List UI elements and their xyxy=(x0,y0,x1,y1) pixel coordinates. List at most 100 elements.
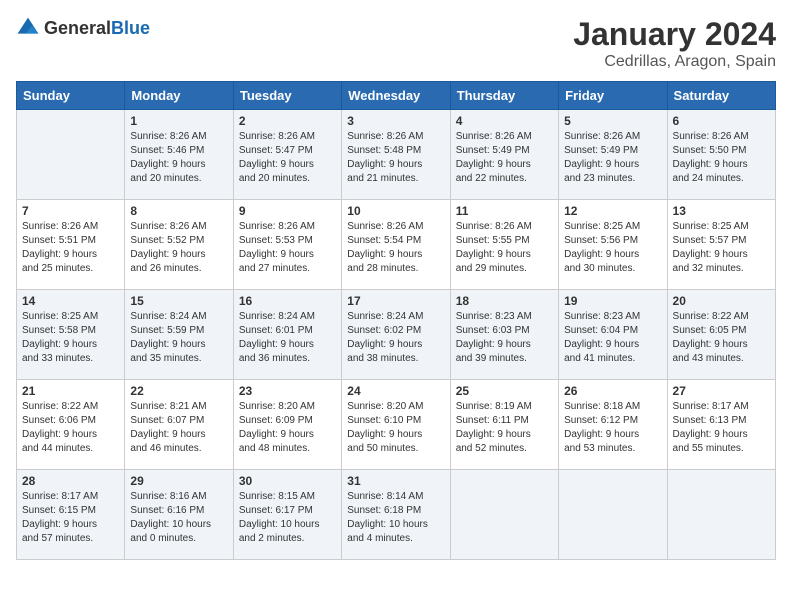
day-number: 1 xyxy=(130,114,227,128)
cell-content: Sunrise: 8:17 AM Sunset: 6:15 PM Dayligh… xyxy=(22,490,119,546)
day-header-thursday: Thursday xyxy=(450,82,558,110)
calendar-cell: 7 Sunrise: 8:26 AM Sunset: 5:51 PM Daylig… xyxy=(17,200,125,290)
location-title: Cedrillas, Aragon, Spain xyxy=(573,53,776,71)
day-number: 24 xyxy=(347,384,444,398)
calendar-week-4: 21Sunrise: 8:22 AM Sunset: 6:06 PM Dayli… xyxy=(17,380,776,470)
calendar-cell: 26 Sunrise: 8:18 AM Sunset: 6:12 PM Dayli… xyxy=(559,380,667,470)
calendar-cell: 29 Sunrise: 8:16 AM Sunset: 6:16 PM Dayli… xyxy=(125,470,233,560)
day-number: 29 xyxy=(130,474,227,488)
header: GeneralBlue January 2024 Cedrillas, Arag… xyxy=(16,16,776,71)
logo-general: General xyxy=(44,18,111,38)
cell-content: Sunrise: 8:20 AM Sunset: 6:09 PM Dayligh… xyxy=(239,400,336,456)
calendar-body: 1 Sunrise: 8:26 AM Sunset: 5:46 PM Daylig… xyxy=(17,110,776,560)
cell-content: Sunrise: 8:21 AM Sunset: 6:07 PM Dayligh… xyxy=(130,400,227,456)
calendar-cell: 28 Sunrise: 8:17 AM Sunset: 6:15 PM Dayli… xyxy=(17,470,125,560)
day-number: 17 xyxy=(347,294,444,308)
day-number: 10 xyxy=(347,204,444,218)
calendar-cell: 15Sunrise: 8:24 AM Sunset: 5:59 PM Dayli… xyxy=(125,290,233,380)
calendar-cell: 13Sunrise: 8:25 AM Sunset: 5:57 PM Dayli… xyxy=(667,200,775,290)
calendar-cell: 16 Sunrise: 8:24 AM Sunset: 6:01 PM Dayli… xyxy=(233,290,341,380)
cell-content: Sunrise: 8:15 AM Sunset: 6:17 PM Dayligh… xyxy=(239,490,336,546)
day-number: 5 xyxy=(564,114,661,128)
calendar-cell: 2 Sunrise: 8:26 AM Sunset: 5:47 PM Daylig… xyxy=(233,110,341,200)
calendar-cell: 21Sunrise: 8:22 AM Sunset: 6:06 PM Dayli… xyxy=(17,380,125,470)
cell-content: Sunrise: 8:26 AM Sunset: 5:49 PM Dayligh… xyxy=(456,130,553,186)
day-number: 11 xyxy=(456,204,553,218)
day-number: 16 xyxy=(239,294,336,308)
cell-content: Sunrise: 8:22 AM Sunset: 6:05 PM Dayligh… xyxy=(673,310,770,366)
calendar-cell xyxy=(667,470,775,560)
day-number: 22 xyxy=(130,384,227,398)
cell-content: Sunrise: 8:24 AM Sunset: 6:02 PM Dayligh… xyxy=(347,310,444,366)
day-number: 13 xyxy=(673,204,770,218)
cell-content: Sunrise: 8:26 AM Sunset: 5:48 PM Dayligh… xyxy=(347,130,444,186)
calendar-cell: 17 Sunrise: 8:24 AM Sunset: 6:02 PM Dayli… xyxy=(342,290,450,380)
cell-content: Sunrise: 8:23 AM Sunset: 6:04 PM Dayligh… xyxy=(564,310,661,366)
day-number: 31 xyxy=(347,474,444,488)
calendar-cell: 5 Sunrise: 8:26 AM Sunset: 5:49 PM Daylig… xyxy=(559,110,667,200)
day-header-sunday: Sunday xyxy=(17,82,125,110)
calendar-cell: 27 Sunrise: 8:17 AM Sunset: 6:13 PM Dayli… xyxy=(667,380,775,470)
day-number: 7 xyxy=(22,204,119,218)
calendar-cell: 11 Sunrise: 8:26 AM Sunset: 5:55 PM Dayli… xyxy=(450,200,558,290)
calendar-cell: 10 Sunrise: 8:26 AM Sunset: 5:54 PM Dayli… xyxy=(342,200,450,290)
day-header-monday: Monday xyxy=(125,82,233,110)
day-number: 8 xyxy=(130,204,227,218)
day-number: 4 xyxy=(456,114,553,128)
day-number: 27 xyxy=(673,384,770,398)
calendar-cell: 9 Sunrise: 8:26 AM Sunset: 5:53 PM Daylig… xyxy=(233,200,341,290)
logo-text: GeneralBlue xyxy=(44,18,150,39)
cell-content: Sunrise: 8:14 AM Sunset: 6:18 PM Dayligh… xyxy=(347,490,444,546)
calendar-cell: 3Sunrise: 8:26 AM Sunset: 5:48 PM Daylig… xyxy=(342,110,450,200)
cell-content: Sunrise: 8:26 AM Sunset: 5:47 PM Dayligh… xyxy=(239,130,336,186)
calendar-cell: 4 Sunrise: 8:26 AM Sunset: 5:49 PM Daylig… xyxy=(450,110,558,200)
calendar-cell xyxy=(559,470,667,560)
calendar-header-row: SundayMondayTuesdayWednesdayThursdayFrid… xyxy=(17,82,776,110)
day-number: 9 xyxy=(239,204,336,218)
day-number: 28 xyxy=(22,474,119,488)
cell-content: Sunrise: 8:20 AM Sunset: 6:10 PM Dayligh… xyxy=(347,400,444,456)
cell-content: Sunrise: 8:24 AM Sunset: 5:59 PM Dayligh… xyxy=(130,310,227,366)
cell-content: Sunrise: 8:26 AM Sunset: 5:51 PM Dayligh… xyxy=(22,220,119,276)
cell-content: Sunrise: 8:19 AM Sunset: 6:11 PM Dayligh… xyxy=(456,400,553,456)
calendar-cell: 30 Sunrise: 8:15 AM Sunset: 6:17 PM Dayli… xyxy=(233,470,341,560)
logo-blue: Blue xyxy=(111,18,150,38)
day-number: 19 xyxy=(564,294,661,308)
title-area: January 2024 Cedrillas, Aragon, Spain xyxy=(573,16,776,71)
calendar-cell: 14 Sunrise: 8:25 AM Sunset: 5:58 PM Dayli… xyxy=(17,290,125,380)
day-number: 30 xyxy=(239,474,336,488)
cell-content: Sunrise: 8:26 AM Sunset: 5:54 PM Dayligh… xyxy=(347,220,444,276)
day-header-saturday: Saturday xyxy=(667,82,775,110)
cell-content: Sunrise: 8:26 AM Sunset: 5:55 PM Dayligh… xyxy=(456,220,553,276)
calendar-week-1: 1 Sunrise: 8:26 AM Sunset: 5:46 PM Daylig… xyxy=(17,110,776,200)
month-title: January 2024 xyxy=(573,16,776,53)
calendar-cell xyxy=(17,110,125,200)
day-number: 20 xyxy=(673,294,770,308)
day-number: 14 xyxy=(22,294,119,308)
calendar-cell: 22 Sunrise: 8:21 AM Sunset: 6:07 PM Dayli… xyxy=(125,380,233,470)
cell-content: Sunrise: 8:18 AM Sunset: 6:12 PM Dayligh… xyxy=(564,400,661,456)
day-header-tuesday: Tuesday xyxy=(233,82,341,110)
cell-content: Sunrise: 8:25 AM Sunset: 5:58 PM Dayligh… xyxy=(22,310,119,366)
cell-content: Sunrise: 8:23 AM Sunset: 6:03 PM Dayligh… xyxy=(456,310,553,366)
cell-content: Sunrise: 8:16 AM Sunset: 6:16 PM Dayligh… xyxy=(130,490,227,546)
day-number: 18 xyxy=(456,294,553,308)
cell-content: Sunrise: 8:24 AM Sunset: 6:01 PM Dayligh… xyxy=(239,310,336,366)
cell-content: Sunrise: 8:26 AM Sunset: 5:52 PM Dayligh… xyxy=(130,220,227,276)
calendar-cell: 6Sunrise: 8:26 AM Sunset: 5:50 PM Daylig… xyxy=(667,110,775,200)
calendar-cell: 31 Sunrise: 8:14 AM Sunset: 6:18 PM Dayli… xyxy=(342,470,450,560)
calendar-cell xyxy=(450,470,558,560)
day-number: 2 xyxy=(239,114,336,128)
cell-content: Sunrise: 8:25 AM Sunset: 5:56 PM Dayligh… xyxy=(564,220,661,276)
calendar-cell: 20 Sunrise: 8:22 AM Sunset: 6:05 PM Dayli… xyxy=(667,290,775,380)
cell-content: Sunrise: 8:17 AM Sunset: 6:13 PM Dayligh… xyxy=(673,400,770,456)
day-number: 23 xyxy=(239,384,336,398)
calendar-cell: 19 Sunrise: 8:23 AM Sunset: 6:04 PM Dayli… xyxy=(559,290,667,380)
cell-content: Sunrise: 8:26 AM Sunset: 5:50 PM Dayligh… xyxy=(673,130,770,186)
day-number: 26 xyxy=(564,384,661,398)
cell-content: Sunrise: 8:26 AM Sunset: 5:53 PM Dayligh… xyxy=(239,220,336,276)
logo: GeneralBlue xyxy=(16,16,150,40)
cell-content: Sunrise: 8:26 AM Sunset: 5:46 PM Dayligh… xyxy=(130,130,227,186)
cell-content: Sunrise: 8:26 AM Sunset: 5:49 PM Dayligh… xyxy=(564,130,661,186)
calendar-week-5: 28 Sunrise: 8:17 AM Sunset: 6:15 PM Dayli… xyxy=(17,470,776,560)
